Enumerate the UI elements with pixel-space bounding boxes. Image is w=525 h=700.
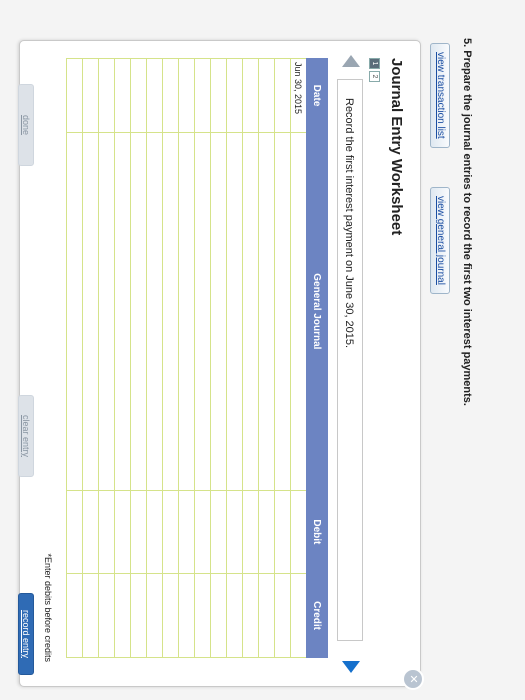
journal-row [82,58,99,658]
debit-cell[interactable] [258,490,275,574]
general-journal-cell[interactable] [274,132,291,491]
debit-cell[interactable] [162,490,179,574]
general-journal-cell[interactable] [98,132,115,491]
general-journal-cell[interactable] [66,132,83,491]
debit-cell[interactable] [290,490,307,574]
journal-row [226,58,243,658]
next-arrow-icon[interactable] [342,661,360,673]
journal-row [194,58,211,658]
debit-cell[interactable] [66,490,83,574]
column-header-general-journal: General Journal [306,132,328,491]
journal-row [258,58,275,658]
journal-table: Date General Journal Debit Credit Jun 30… [66,58,328,658]
credit-cell[interactable] [66,573,83,658]
debit-cell[interactable] [226,490,243,574]
debit-cell[interactable] [146,490,163,574]
date-cell[interactable] [226,58,243,133]
date-cell[interactable] [162,58,179,133]
page-number-tabs: 1 2 [369,58,380,82]
credit-cell[interactable] [114,573,131,658]
general-journal-cell[interactable] [210,132,227,491]
journal-row: Jun 30, 2015 [290,58,307,658]
entry-description-box: Record the first interest payment on Jun… [337,79,363,641]
date-cell[interactable] [242,58,259,133]
date-cell[interactable] [130,58,147,133]
general-journal-cell[interactable] [194,132,211,491]
view-general-journal-button[interactable]: view general journal [430,187,450,294]
date-cell[interactable] [178,58,195,133]
date-cell[interactable] [210,58,227,133]
general-journal-cell[interactable] [178,132,195,491]
worksheet-title: Journal Entry Worksheet [388,58,405,236]
debit-cell[interactable] [194,490,211,574]
record-entry-button[interactable]: record entry [18,593,34,675]
clear-entry-button[interactable]: clear entry [18,395,34,477]
debit-cell[interactable] [242,490,259,574]
journal-row [114,58,131,658]
journal-header-row: Date General Journal Debit Credit [306,58,328,658]
view-transaction-list-button[interactable]: view transaction list [430,43,450,148]
general-journal-cell[interactable] [258,132,275,491]
credit-cell[interactable] [98,573,115,658]
debit-cell[interactable] [274,490,291,574]
date-cell[interactable] [82,58,99,133]
debit-cell[interactable] [114,490,131,574]
journal-entry-worksheet-panel: Journal Entry Worksheet 1 2 ✕ Record the… [18,40,424,690]
credit-cell[interactable] [290,573,307,658]
date-cell[interactable] [98,58,115,133]
credit-cell[interactable] [146,573,163,658]
journal-row [130,58,147,658]
general-journal-cell[interactable] [226,132,243,491]
general-journal-cell[interactable] [130,132,147,491]
question-text: 5. Prepare the journal entries to record… [461,38,473,406]
credit-cell[interactable] [130,573,147,658]
date-cell[interactable]: Jun 30, 2015 [290,58,307,133]
journal-row [146,58,163,658]
debit-cell[interactable] [98,490,115,574]
done-button[interactable]: done [18,84,34,166]
journal-row [66,58,83,658]
date-cell[interactable] [274,58,291,133]
journal-row [162,58,179,658]
credit-cell[interactable] [178,573,195,658]
debits-before-credits-note: *Enter debits before credits [43,553,53,662]
credit-cell[interactable] [82,573,99,658]
credit-cell[interactable] [258,573,275,658]
general-journal-cell[interactable] [242,132,259,491]
date-cell[interactable] [146,58,163,133]
journal-row [98,58,115,658]
debit-cell[interactable] [130,490,147,574]
date-cell[interactable] [66,58,83,133]
credit-cell[interactable] [194,573,211,658]
credit-cell[interactable] [274,573,291,658]
column-header-debit: Debit [306,490,328,574]
general-journal-cell[interactable] [114,132,131,491]
column-header-credit: Credit [306,573,328,658]
debit-cell[interactable] [178,490,195,574]
general-journal-cell[interactable] [162,132,179,491]
general-journal-cell[interactable] [290,132,307,491]
debit-cell[interactable] [82,490,99,574]
date-cell[interactable] [258,58,275,133]
credit-cell[interactable] [210,573,227,658]
journal-row [274,58,291,658]
close-icon[interactable]: ✕ [402,668,424,690]
date-cell[interactable] [114,58,131,133]
credit-cell[interactable] [162,573,179,658]
credit-cell[interactable] [242,573,259,658]
page-tab-2[interactable]: 2 [369,71,380,82]
general-journal-cell[interactable] [146,132,163,491]
credit-cell[interactable] [226,573,243,658]
general-journal-cell[interactable] [82,132,99,491]
journal-row [178,58,195,658]
page-tab-1[interactable]: 1 [369,58,380,69]
entry-description: Record the first interest payment on Jun… [343,98,355,349]
previous-arrow-icon[interactable] [342,55,360,67]
journal-row [210,58,227,658]
rotated-page: 5. Prepare the journal entries to record… [0,0,525,700]
date-cell[interactable] [194,58,211,133]
debit-cell[interactable] [210,490,227,574]
column-header-date: Date [306,58,328,133]
journal-row [242,58,259,658]
